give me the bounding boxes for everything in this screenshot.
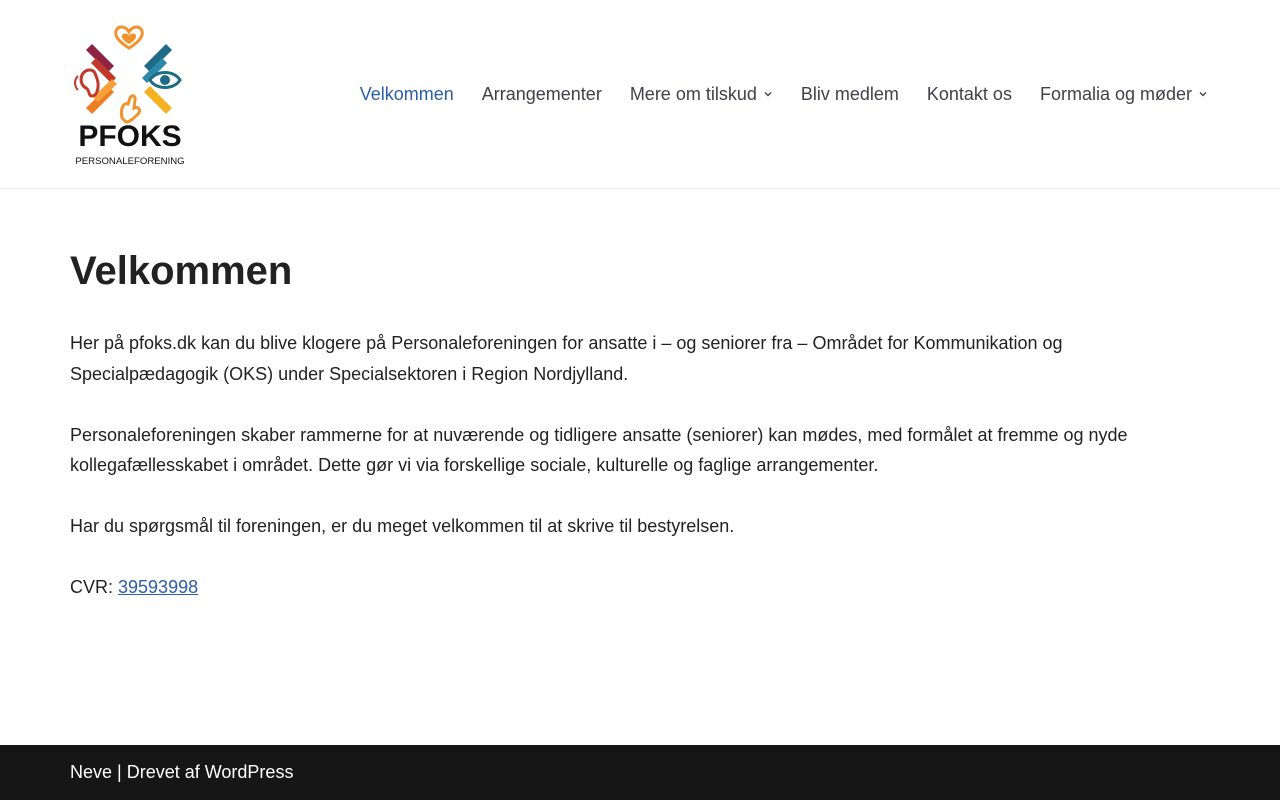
- site-footer: Neve | Drevet af WordPress: [0, 745, 1280, 800]
- contact-paragraph: Har du spørgsmål til foreningen, er du m…: [70, 516, 735, 536]
- chevron-down-icon[interactable]: [1198, 89, 1208, 99]
- cvr-line: CVR: 39593998: [70, 572, 1210, 603]
- nav-item-label: Bliv medlem: [800, 83, 899, 104]
- pfoks-logo-icon: PFOKS PERSONALEFORENING: [74, 25, 185, 167]
- svg-text:PERSONALEFORENING: PERSONALEFORENING: [75, 156, 184, 167]
- nav-item-velkommen[interactable]: Velkommen: [360, 84, 454, 105]
- nav-item-label: Formalia og møder: [1039, 83, 1192, 104]
- nav-item-bliv-medlem[interactable]: Bliv medlem: [801, 84, 899, 105]
- site-logo[interactable]: PFOKS PERSONALEFORENING: [70, 18, 190, 170]
- nav-item-kontakt-os[interactable]: Kontakt os: [927, 84, 1012, 105]
- cvr-label: CVR:: [70, 577, 119, 597]
- cvr-number-link[interactable]: 39593998: [118, 577, 198, 597]
- wordpress-link[interactable]: WordPress: [205, 762, 294, 782]
- nav-item-arrangementer[interactable]: Arrangementer: [482, 84, 602, 105]
- primary-nav: Velkommen Arrangementer Mere om tilskud …: [360, 80, 1208, 108]
- footer-credits: Neve | Drevet af WordPress: [70, 762, 293, 783]
- page-title: Velkommen: [70, 249, 293, 293]
- nav-item-label: Arrangementer: [481, 83, 602, 104]
- nav-item-formalia-og-moder[interactable]: Formalia og møder: [1040, 84, 1208, 105]
- footer-separator: |: [112, 762, 127, 782]
- main-content: Velkommen Her på pfoks.dk kan du blive k…: [70, 189, 1210, 603]
- nav-item-label: Kontakt os: [926, 83, 1012, 104]
- powered-by-text: Drevet af: [126, 762, 205, 782]
- intro-paragraph: Her på pfoks.dk kan du blive klogere på …: [70, 333, 1063, 384]
- purpose-paragraph: Personaleforeningen skaber rammerne for …: [70, 424, 1128, 476]
- site-header: PFOKS PERSONALEFORENING Velkommen Arrang…: [0, 0, 1280, 189]
- svg-text:PFOKS: PFOKS: [78, 120, 181, 153]
- nav-item-label: Velkommen: [359, 83, 454, 104]
- nav-item-mere-om-tilskud[interactable]: Mere om tilskud: [630, 84, 773, 105]
- theme-link[interactable]: Neve: [70, 762, 112, 782]
- nav-item-label: Mere om tilskud: [629, 83, 757, 104]
- chevron-down-icon[interactable]: [763, 89, 773, 99]
